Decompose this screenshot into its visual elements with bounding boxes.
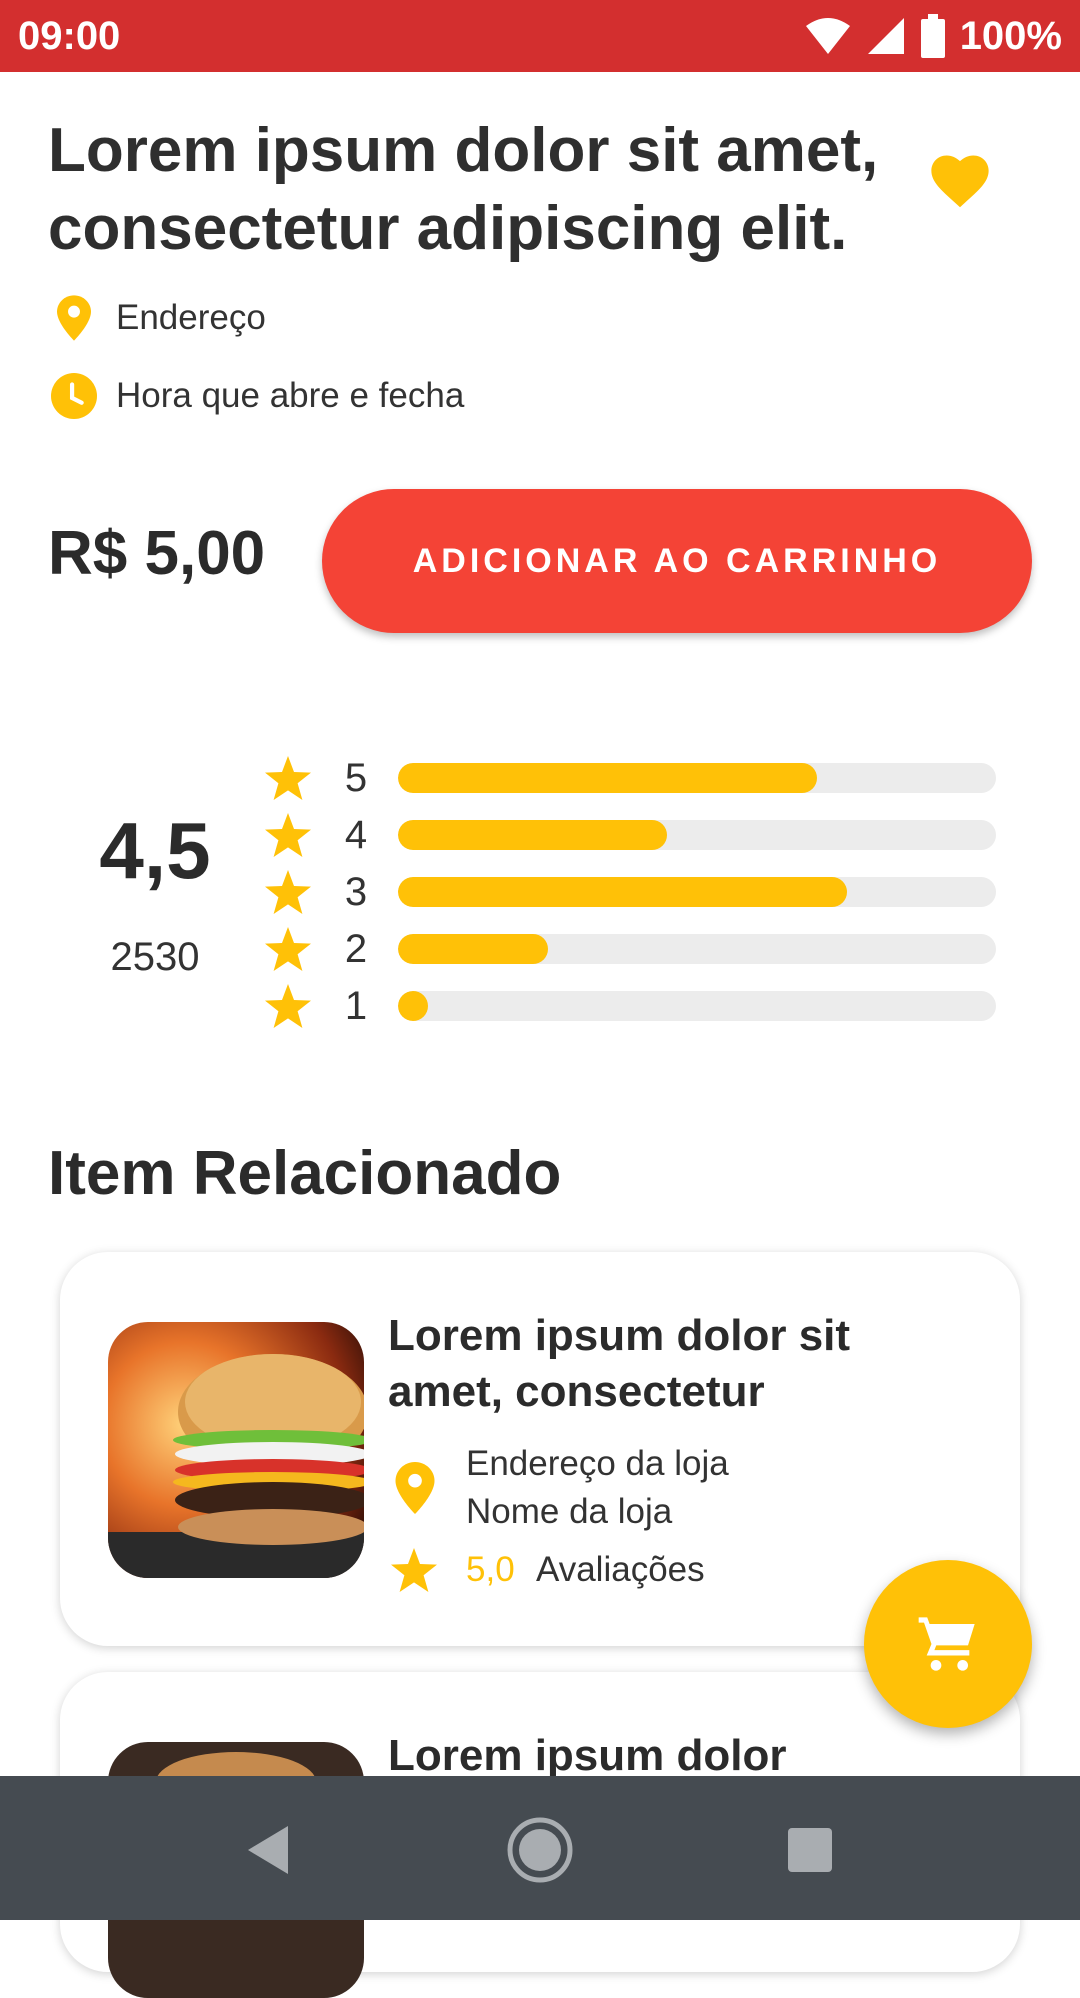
star-icon: [265, 927, 311, 971]
star-level: 5: [344, 755, 368, 800]
rating-bar-track: [398, 820, 996, 850]
recents-icon[interactable]: [786, 1826, 834, 1874]
home-icon[interactable]: [506, 1816, 574, 1884]
rating-average: 4,5: [99, 806, 211, 895]
reviews-label: Avaliações: [536, 1550, 705, 1589]
star-icon: [265, 984, 311, 1028]
clock-icon: [48, 370, 100, 422]
rating-bar-row: 5: [262, 754, 996, 802]
address-text: Endereço: [116, 298, 266, 337]
star-icon: [265, 870, 311, 914]
cart-icon: [918, 1617, 975, 1671]
rating-bar-row: 3: [262, 868, 996, 916]
wifi-icon: [805, 18, 850, 54]
navigation-bar: [0, 1776, 1080, 1920]
star-icon: [265, 756, 311, 800]
add-to-cart-button[interactable]: ADICIONAR AO CARRINHO: [322, 489, 1032, 633]
star-icon: [265, 813, 311, 857]
status-icons: 100%: [804, 14, 1062, 59]
rating-bar-fill: [398, 820, 668, 850]
star-level: 3: [344, 869, 368, 914]
battery-icon: [920, 14, 945, 58]
status-bar: 09:00 100%: [0, 0, 1080, 72]
cart-fab[interactable]: [864, 1560, 1032, 1728]
rating-bar-fill: [398, 934, 548, 964]
rating-count: 2530: [110, 935, 200, 979]
store-info: Endereço da loja Nome da loja: [466, 1440, 729, 1536]
status-time: 09:00: [18, 13, 121, 58]
store-address: Endereço da loja: [466, 1444, 729, 1483]
address-row: Endereço: [48, 292, 266, 344]
star-level: 4: [344, 812, 368, 857]
rating-bar-row: 1: [262, 982, 996, 1030]
related-item-title: Lorem ipsum dolor sit amet, consectetur: [388, 1311, 851, 1416]
hours-row: Hora que abre e fecha: [48, 370, 464, 422]
heart-icon[interactable]: [925, 150, 995, 210]
rating-bar-row: 4: [262, 811, 996, 859]
star-level: 1: [344, 983, 368, 1028]
rating-bar-row: 2: [262, 925, 996, 973]
signal-icon: [867, 18, 904, 54]
rating-bar-fill: [398, 877, 847, 907]
burger-image: [108, 1322, 364, 1578]
item-rating: 5,0: [466, 1550, 515, 1589]
star-level: 2: [344, 926, 368, 971]
hours-text: Hora que abre e fecha: [116, 376, 465, 415]
back-icon[interactable]: [244, 1824, 292, 1876]
star-icon: [391, 1548, 437, 1592]
location-pin-icon: [395, 1462, 435, 1514]
product-price: R$ 5,00: [48, 519, 266, 588]
location-pin-icon: [48, 292, 100, 344]
product-title: Lorem ipsum dolor sit amet, consectetur …: [48, 116, 879, 263]
battery-percentage: 100%: [959, 13, 1062, 58]
related-section-title: Item Relacionado: [48, 1139, 562, 1208]
rating-bar-track: [398, 877, 996, 907]
store-name: Nome da loja: [466, 1492, 673, 1531]
rating-bar-fill: [398, 991, 428, 1021]
rating-bar-track: [398, 763, 996, 793]
rating-bar-track: [398, 991, 996, 1021]
related-item-card[interactable]: Lorem ipsum dolor sit amet, consectetur …: [60, 1252, 1020, 1646]
rating-bar-track: [398, 934, 996, 964]
rating-bar-fill: [398, 763, 817, 793]
